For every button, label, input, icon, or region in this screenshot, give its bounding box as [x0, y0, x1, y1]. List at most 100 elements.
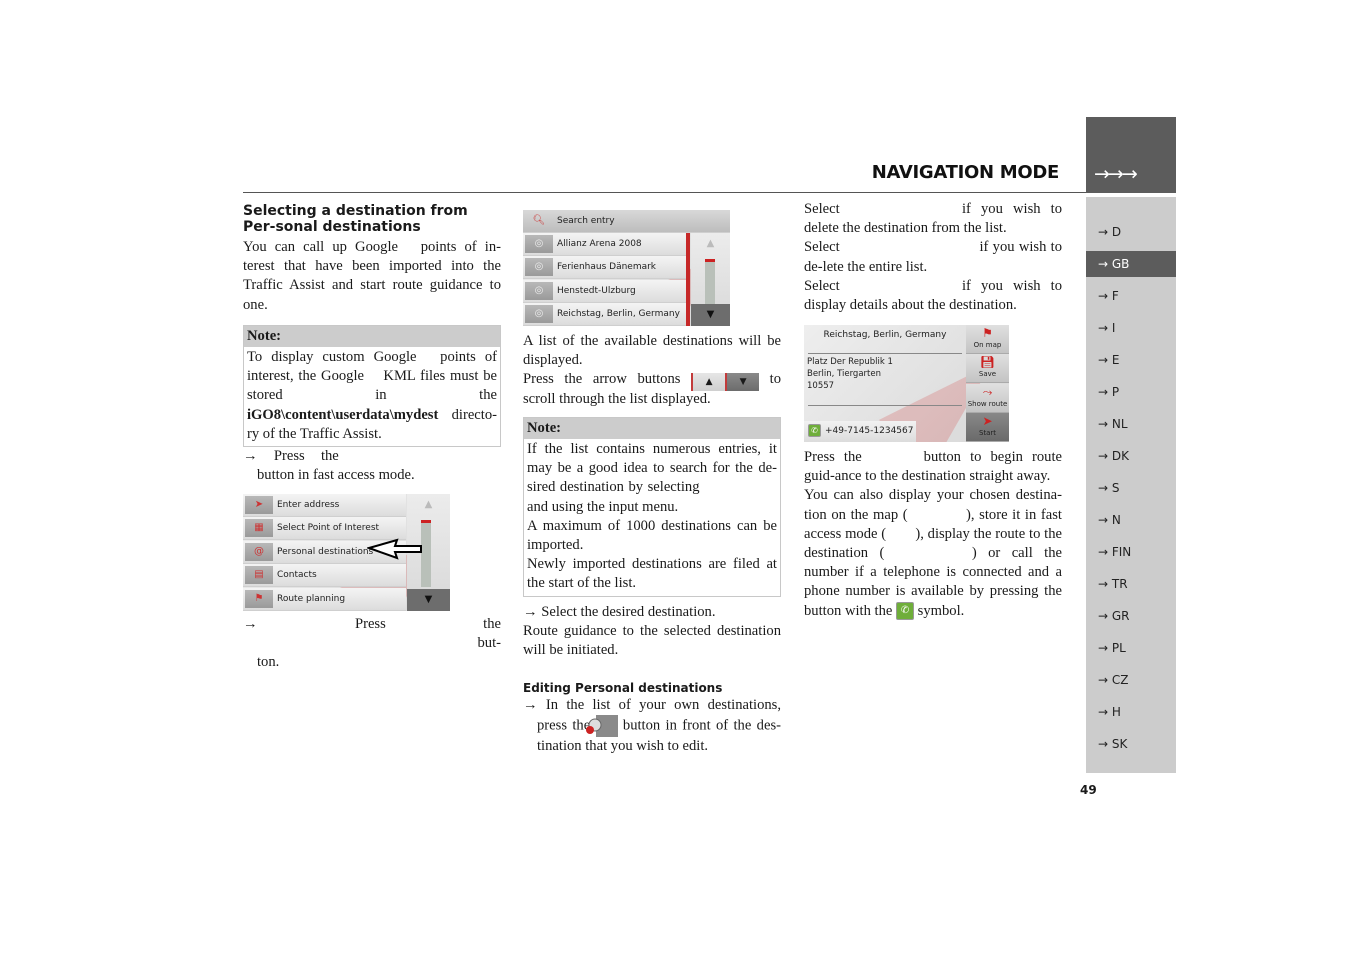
language-link[interactable]: → NL	[1086, 411, 1176, 437]
button-label: Show route	[967, 399, 1008, 408]
language-link[interactable]: → N	[1086, 507, 1176, 533]
column-1-continued: → Press the but-ton.	[243, 615, 501, 673]
chapter-tab: →→→	[1086, 117, 1176, 193]
action-buttons: ⚑ On map 💾︎ Save ⤳ Show route ➤ Start	[966, 325, 1009, 442]
section-heading: Selecting a destination from Per-sonal d…	[243, 203, 468, 235]
edit-destination-icon[interactable]: ◎	[525, 305, 553, 324]
destination-list-item[interactable]: ◎ Ferienhaus Dänemark	[523, 256, 686, 280]
list-description: A list of the available destinations wil…	[523, 333, 781, 369]
language-link[interactable]: → CZ	[1086, 667, 1176, 693]
divider	[808, 353, 962, 354]
search-entry-label: Search entry	[557, 216, 615, 226]
language-nav: → D → GB → F → I → E → P → NL → DK → S → N → FIN → …	[1086, 197, 1176, 773]
text: Press the arrow buttons	[523, 371, 692, 388]
option-delete: Select if you wish to delete the destina…	[804, 201, 1062, 237]
destination-name: Reichstag, Berlin, Germany	[557, 309, 680, 320]
edit-destination-icon	[585, 715, 618, 738]
language-link[interactable]: → S	[1086, 475, 1176, 501]
arrow-up-icon: ▲	[691, 373, 726, 392]
show-route-button[interactable]: ⤳ Show route	[966, 383, 1009, 413]
scroll-up-button[interactable]: ▲	[407, 494, 450, 516]
language-link[interactable]: → H	[1086, 699, 1176, 725]
destination-list-item[interactable]: ◎ Henstedt-Ulzburg	[523, 279, 686, 303]
edit-destination-icon[interactable]: ◎	[525, 258, 553, 277]
note-text: Newly imported destinations are filed at…	[527, 556, 777, 592]
note-text: A maximum of 1000 destinations can be im…	[527, 517, 777, 554]
start-instruction: Press the button to begin route guid-anc…	[804, 449, 1062, 485]
note-body: If the list contains numerous entries, i…	[524, 439, 780, 596]
instruction-step: → Select the desired destination.	[523, 603, 716, 620]
section-title: NAVIGATION MODE	[871, 162, 1060, 183]
language-link[interactable]: → GB	[1086, 251, 1176, 277]
language-link[interactable]: → SK	[1086, 731, 1176, 757]
directory-path: iGO8\content\userdata\mydest	[247, 406, 439, 423]
menu-item-label: Enter address	[277, 500, 340, 510]
note-title: Note:	[244, 325, 500, 348]
edit-destination-icon[interactable]: ◎	[525, 235, 553, 253]
scroll-down-button[interactable]: ▼	[407, 589, 450, 611]
button-label: On map	[973, 341, 1002, 349]
scroll-track[interactable]	[705, 259, 715, 304]
header-divider	[243, 192, 1086, 193]
scroll-down-button[interactable]: ▼	[691, 304, 730, 326]
note-text: To display custom Google points of inter…	[247, 349, 497, 404]
menu-item[interactable]: ➤ Enter address	[243, 494, 406, 517]
destination-list-item[interactable]: ◎ Allianz Arena 2008	[523, 233, 686, 256]
language-link[interactable]: → D	[1086, 219, 1176, 245]
menu-item-label: Contacts	[277, 570, 317, 581]
poi-icon: ▦	[245, 519, 273, 538]
call-button[interactable]: ✆ +49-7145-1234567	[804, 421, 916, 442]
options-paragraph: You can also display your chosen destina…	[804, 486, 1062, 621]
language-link[interactable]: → TR	[1086, 571, 1176, 597]
language-link[interactable]: → F	[1086, 283, 1176, 309]
option-delete-all: Select if you wish to de-lete the entire…	[804, 239, 1062, 275]
page-number: 49	[1080, 783, 1097, 797]
on-map-button[interactable]: ⚑ On map	[966, 325, 1009, 354]
destination-list-screenshot: 🔍︎ Search entry ◎ Allianz Arena 2008 ◎ Feri…	[523, 210, 730, 326]
column-3: Select if you wish to delete the destina…	[804, 200, 1062, 315]
language-link[interactable]: → FIN	[1086, 539, 1176, 565]
menu-item-label: Select Point of Interest	[277, 523, 380, 534]
address-line: 10557	[807, 381, 835, 391]
start-button[interactable]: ➤ Start	[966, 412, 1009, 442]
language-link[interactable]: → I	[1086, 315, 1176, 341]
subsection-heading: Editing Personal destinations	[523, 681, 723, 696]
phone-icon: ✆	[808, 424, 821, 437]
personal-destinations-icon: @	[245, 542, 273, 561]
menu-item[interactable]: ▦ Select Point of Interest	[243, 517, 406, 541]
destination-list-item[interactable]: ◎ Reichstag, Berlin, Germany	[523, 303, 686, 326]
language-link[interactable]: → GR	[1086, 603, 1176, 629]
start-icon: ➤	[982, 413, 993, 428]
destination-details-screenshot: Reichstag, Berlin, Germany Platz Der Rep…	[804, 325, 1009, 442]
result-paragraph: Route guidance to the selected destinati…	[523, 622, 781, 659]
phone-number: +49-7145-1234567	[825, 426, 914, 436]
scroll-up-button[interactable]: ▲	[691, 233, 730, 255]
text: You can also display your chosen destina…	[804, 487, 1062, 619]
option-details: Select if you wish to display details ab…	[804, 277, 1062, 314]
save-button[interactable]: 💾︎ Save	[966, 354, 1009, 384]
scroll-instruction: Press the arrow buttons ▲ ▼ to scroll thr…	[523, 370, 781, 408]
menu-item[interactable]: ⚑ Route planning	[243, 587, 406, 611]
language-link[interactable]: → DK	[1086, 443, 1176, 469]
search-entry-button[interactable]: 🔍︎ Search entry	[523, 210, 730, 233]
on-map-icon: ⚑	[982, 326, 993, 340]
enter-address-icon: ➤	[245, 496, 273, 514]
address-block: Platz Der Republik 1 Berlin, Tiergarten …	[807, 356, 893, 392]
column-3-continued: Press the button to begin route guid-anc…	[804, 448, 1062, 621]
list-scrollbar[interactable]: ▲ ▼	[691, 233, 730, 326]
edit-destination-icon[interactable]: ◎	[525, 281, 553, 300]
column-1: Selecting a destination from Per-sonal d…	[243, 203, 501, 485]
language-link[interactable]: → P	[1086, 379, 1176, 405]
language-link[interactable]: → E	[1086, 347, 1176, 373]
instruction-step: → In the list of your own destinations, …	[523, 696, 781, 756]
note-title: Note:	[524, 417, 780, 440]
divider	[808, 405, 962, 406]
list-divider	[686, 233, 690, 326]
button-label: Save	[978, 370, 997, 379]
button-label: Start	[978, 428, 997, 437]
menu-item[interactable]: ▤ Contacts	[243, 564, 406, 588]
destination-title: Reichstag, Berlin, Germany	[823, 330, 947, 340]
note-text: If the list contains numerous entries, i…	[527, 441, 777, 515]
note-body: To display custom Google points of inter…	[244, 347, 500, 446]
language-link[interactable]: → PL	[1086, 635, 1176, 661]
